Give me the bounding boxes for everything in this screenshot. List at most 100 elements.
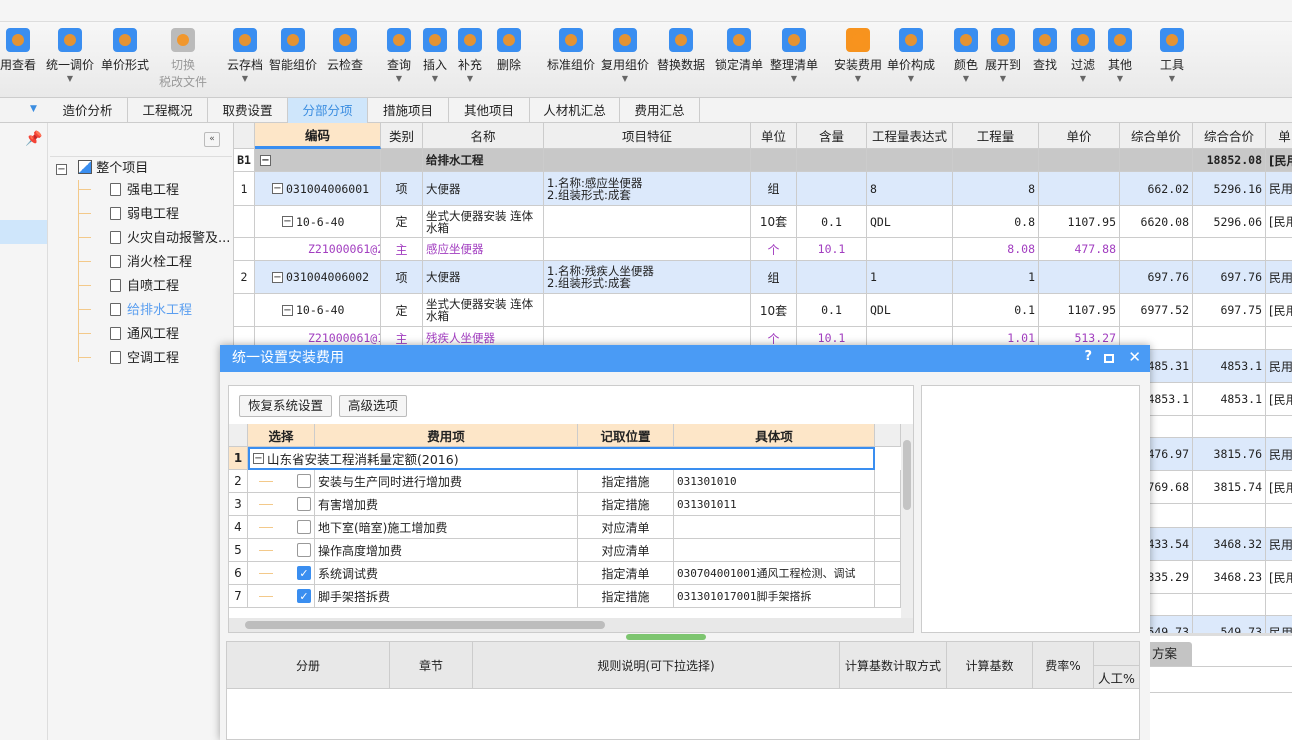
toolbar-button-0[interactable]: 用查看 xyxy=(0,28,36,73)
cell-name[interactable]: 大便器 xyxy=(423,261,544,294)
restore-defaults-button[interactable]: 恢复系统设置 xyxy=(239,395,333,417)
cell-comp_total[interactable]: 3815.74 xyxy=(1193,471,1266,504)
cell-code[interactable]: Z21000061@2 xyxy=(255,238,381,261)
column-header[interactable]: 单价 xyxy=(1039,123,1120,149)
cell-comp_total[interactable]: 4853.1 xyxy=(1193,383,1266,416)
column-header[interactable]: 选择 xyxy=(248,424,315,447)
cell-code[interactable]: −031004006001 xyxy=(255,172,381,206)
cell-extra[interactable]: [民用 xyxy=(1266,149,1292,172)
toolbar-button-11[interactable]: 标准组价 xyxy=(547,28,595,73)
cell-unit[interactable]: 10套 xyxy=(751,294,797,327)
cell-extra[interactable]: [民用 xyxy=(1266,294,1292,327)
dropdown-arrow-icon[interactable]: ▼ xyxy=(458,73,482,85)
cell-code[interactable]: −10-6-40 xyxy=(255,206,381,238)
nav-selected-item[interactable] xyxy=(0,220,47,244)
fee-checkbox[interactable] xyxy=(297,474,311,488)
collapse-icon[interactable]: − xyxy=(272,271,283,283)
column-header[interactable]: 费率% xyxy=(1033,642,1094,689)
cell-extra[interactable]: [民用 xyxy=(1266,383,1292,416)
column-header[interactable]: 工程量表达式 xyxy=(867,123,953,149)
toolbar-button-22[interactable]: 其他 ▼ xyxy=(1107,28,1132,85)
column-header[interactable]: 编码 xyxy=(255,123,381,149)
cell-comp_price[interactable]: 6977.52 xyxy=(1120,294,1193,327)
cell-extra[interactable]: 民用 xyxy=(1266,438,1292,471)
tab-5[interactable]: 其他项目 xyxy=(449,98,530,123)
cell-name[interactable]: 大便器 xyxy=(423,172,544,206)
cell-qty_ratio[interactable] xyxy=(797,172,867,206)
dropdown-arrow-icon[interactable]: ▼ xyxy=(46,73,94,85)
toolbar-button-15[interactable]: 整理清单 ▼ xyxy=(770,28,818,85)
cell-qty[interactable]: 0.1 xyxy=(953,294,1039,327)
tree-item[interactable]: 给排水工程 xyxy=(79,301,192,321)
dropdown-arrow-icon[interactable]: ▼ xyxy=(1071,73,1095,85)
dropdown-arrow-icon[interactable]: ▼ xyxy=(770,73,818,85)
tab-1[interactable]: 工程概况 xyxy=(128,98,208,123)
cell-comp_total[interactable]: 4853.1 xyxy=(1193,350,1266,383)
fee-position[interactable]: 对应清单 xyxy=(578,539,674,562)
column-header[interactable]: 计算基数计取方式 xyxy=(840,642,947,689)
cell-code[interactable]: −10-6-40 xyxy=(255,294,381,327)
column-header[interactable]: 章节 xyxy=(390,642,473,689)
tab-7[interactable]: 费用汇总 xyxy=(620,98,700,123)
cell-extra[interactable] xyxy=(1266,238,1292,261)
fee-checkbox[interactable] xyxy=(297,543,311,557)
cell-price[interactable] xyxy=(1039,261,1120,294)
dropdown-arrow-icon[interactable]: ▼ xyxy=(834,73,882,85)
fee-item[interactable]: 031301011 xyxy=(674,493,875,516)
dropdown-arrow-icon[interactable]: ▼ xyxy=(227,73,263,85)
cell-expr[interactable]: 8 xyxy=(867,172,953,206)
cell-extra[interactable] xyxy=(1266,504,1292,528)
cell-comp_total[interactable]: 3468.23 xyxy=(1193,561,1266,594)
toolbar-button-21[interactable]: 过滤 ▼ xyxy=(1070,28,1095,85)
toolbar-button-19[interactable]: 展开到 ▼ xyxy=(985,28,1021,85)
vertical-scrollbar[interactable] xyxy=(901,424,913,618)
dropdown-arrow-icon[interactable]: ▼ xyxy=(954,73,978,85)
collapse-icon[interactable]: − xyxy=(272,183,283,194)
cell-comp_total[interactable] xyxy=(1193,238,1266,261)
collapse-icon[interactable]: − xyxy=(56,164,67,175)
tree-item[interactable]: 火灾自动报警及... xyxy=(79,229,230,249)
cell-extra[interactable]: 民用 xyxy=(1266,528,1292,561)
cell-feature[interactable] xyxy=(544,294,751,327)
column-header[interactable]: 名称 xyxy=(423,123,544,149)
fee-item[interactable]: 031301017001脚手架搭拆 xyxy=(674,585,875,608)
cell-extra[interactable]: [民用 xyxy=(1266,561,1292,594)
collapse-icon[interactable]: − xyxy=(282,216,293,227)
column-header[interactable]: 含量 xyxy=(797,123,867,149)
cell-price[interactable]: 1107.95 xyxy=(1039,206,1120,238)
toolbar-button-1[interactable]: 统一调价 ▼ xyxy=(46,28,94,85)
cell-unit[interactable]: 10套 xyxy=(751,206,797,238)
toolbar-button-16[interactable]: 安装费用 ▼ xyxy=(834,28,882,85)
cell-qty[interactable]: 8.08 xyxy=(953,238,1039,261)
toolbar-button-2[interactable]: 单价形式 xyxy=(101,28,149,73)
fee-item[interactable] xyxy=(674,516,875,539)
collapse-icon[interactable]: − xyxy=(253,453,264,464)
tree-item[interactable]: 强电工程 xyxy=(79,181,179,201)
cell-comp_total[interactable]: 18852.08 xyxy=(1193,149,1266,172)
cell-comp_total[interactable]: 5296.16 xyxy=(1193,172,1266,206)
toolbar-button-17[interactable]: 单价构成 ▼ xyxy=(887,28,935,85)
toolbar-button-14[interactable]: 锁定清单 xyxy=(715,28,763,73)
dropdown-arrow-icon[interactable]: ▼ xyxy=(1160,73,1184,85)
column-header[interactable]: 具体项 xyxy=(674,424,875,447)
toolbar-button-12[interactable]: 复用组价 ▼ xyxy=(601,28,649,85)
tab-3[interactable]: 分部分项 xyxy=(288,98,368,123)
fee-item[interactable]: 031301010 xyxy=(674,470,875,493)
fee-item[interactable]: 030704001001通风工程检测、调试 xyxy=(674,562,875,585)
tabs-dropdown-icon[interactable]: ▼ xyxy=(30,104,37,114)
column-header[interactable]: 人工% xyxy=(1094,666,1140,689)
column-header[interactable]: 综合单价 xyxy=(1120,123,1193,149)
toolbar-button-8[interactable]: 插入 ▼ xyxy=(422,28,447,85)
cell-feature[interactable] xyxy=(544,238,751,261)
cell-comp_total[interactable]: 3815.76 xyxy=(1193,438,1266,471)
cell-expr[interactable] xyxy=(867,149,953,172)
cell-qty_ratio[interactable] xyxy=(797,149,867,172)
column-header[interactable]: 单 xyxy=(1266,123,1292,149)
cell-comp_total[interactable] xyxy=(1193,327,1266,350)
cell-comp_price[interactable]: 662.02 xyxy=(1120,172,1193,206)
cell-comp_price[interactable] xyxy=(1120,149,1193,172)
cell-extra[interactable] xyxy=(1266,594,1292,616)
toolbar-button-5[interactable]: 智能组价 xyxy=(269,28,317,73)
splitter-handle[interactable] xyxy=(626,634,706,640)
toolbar-button-20[interactable]: 查找 xyxy=(1032,28,1057,73)
